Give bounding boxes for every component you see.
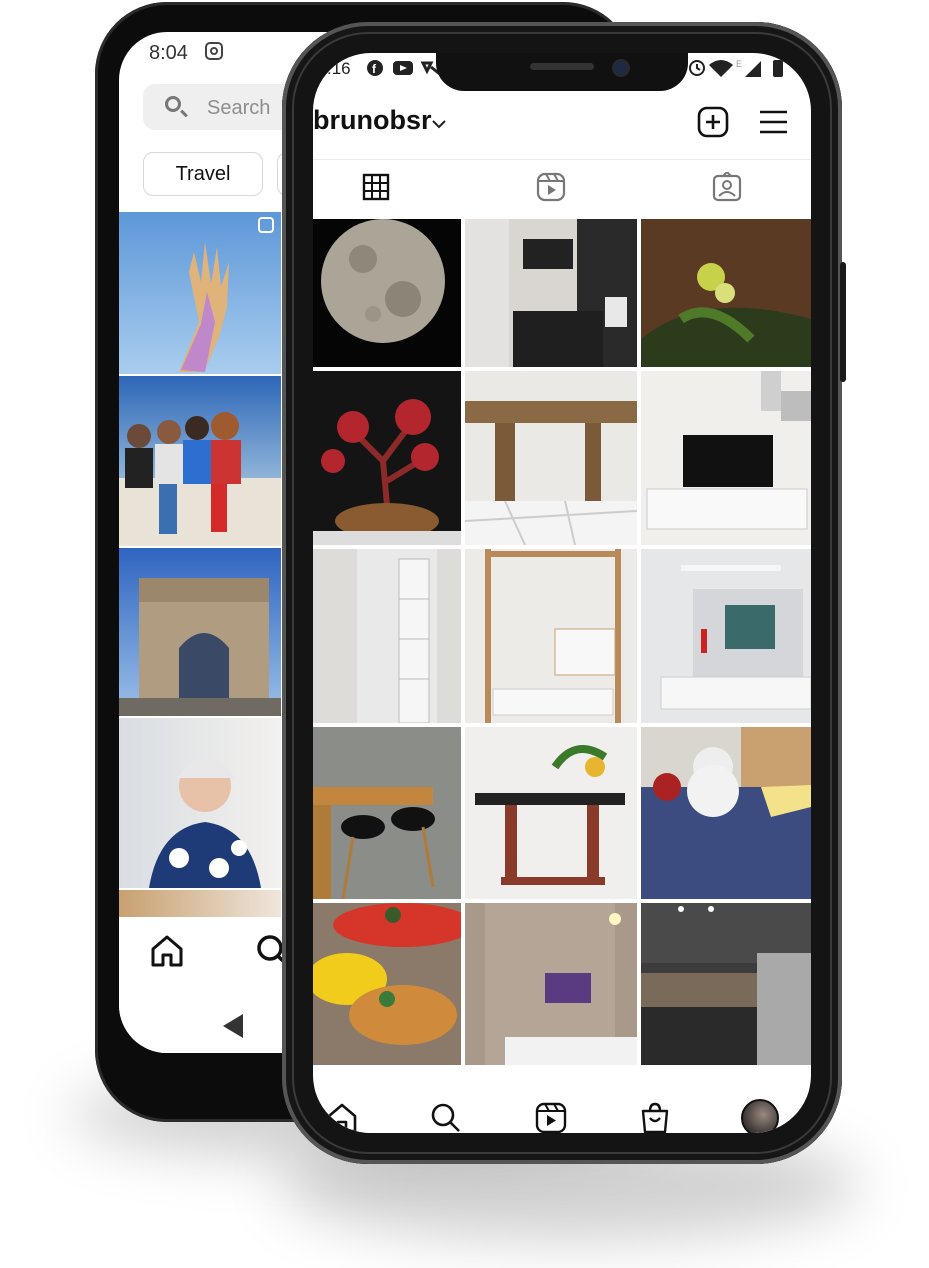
post-grid xyxy=(313,219,811,1087)
profile-avatar[interactable] xyxy=(741,1099,779,1133)
bottom-nav xyxy=(313,1087,811,1133)
home-icon[interactable] xyxy=(325,1101,359,1133)
search-placeholder: Search xyxy=(207,97,271,119)
tagged-icon[interactable] xyxy=(712,172,742,202)
front-phone-screen: :16 f E brunobsr xyxy=(313,53,811,1133)
wifi-icon xyxy=(709,60,733,77)
post-tv-panel[interactable] xyxy=(641,549,811,723)
speaker xyxy=(530,63,594,70)
explore-tile[interactable] xyxy=(119,212,281,374)
friends-on-wall-image xyxy=(125,412,241,534)
profile-username[interactable]: brunobsr xyxy=(313,105,432,136)
carousel-icon xyxy=(258,217,274,233)
post-tv-wood-panel[interactable] xyxy=(465,903,637,1065)
grid-icon[interactable] xyxy=(361,172,391,202)
post-wood-desk[interactable] xyxy=(465,371,637,545)
menu-icon[interactable] xyxy=(757,105,791,139)
status-system-icons: E xyxy=(689,59,783,77)
post-torii-shelf[interactable] xyxy=(465,727,637,899)
search-icon[interactable] xyxy=(429,1101,463,1133)
post-bed-teddy[interactable] xyxy=(641,727,811,899)
status-time: 8:04 xyxy=(149,42,188,64)
post-wood-table-chairs[interactable] xyxy=(313,727,461,899)
svg-text:E: E xyxy=(736,59,742,69)
post-wood-frame-shelf[interactable] xyxy=(465,549,637,723)
post-colored-side-tables[interactable] xyxy=(313,903,461,1065)
profile-tabs xyxy=(313,159,811,212)
alarm-icon xyxy=(696,64,701,71)
explore-tile[interactable] xyxy=(119,718,281,888)
front-camera xyxy=(612,59,630,77)
power-button xyxy=(840,262,846,382)
explore-tile[interactable] xyxy=(119,376,281,546)
reels-icon[interactable] xyxy=(536,172,566,202)
woman-makeup-image xyxy=(149,758,261,888)
explore-tile[interactable] xyxy=(119,890,281,920)
notch xyxy=(436,53,688,91)
status-time: :16 xyxy=(327,59,351,78)
search-icon xyxy=(165,96,181,112)
android-back-icon[interactable] xyxy=(223,1014,243,1038)
reels-icon[interactable] xyxy=(534,1101,568,1133)
triumphal-arch-image xyxy=(119,578,281,716)
chip-travel[interactable]: Travel xyxy=(143,152,263,196)
post-bonsai[interactable] xyxy=(313,371,461,545)
post-moon[interactable] xyxy=(313,219,461,367)
new-post-icon[interactable] xyxy=(696,105,730,139)
home-icon[interactable] xyxy=(147,931,187,971)
post-closet-shelves[interactable] xyxy=(313,549,461,723)
battery-icon xyxy=(773,60,783,77)
shop-icon[interactable] xyxy=(638,1101,672,1133)
hand-rainbow-image xyxy=(179,217,274,372)
post-kitchen-dark[interactable] xyxy=(641,903,811,1065)
post-orchid[interactable] xyxy=(641,219,811,367)
instagram-notification-icon xyxy=(205,42,223,60)
post-kitchen-microwave[interactable] xyxy=(465,219,637,367)
signal-icon xyxy=(745,61,761,77)
explore-tile[interactable] xyxy=(119,548,281,716)
chevron-down-icon[interactable] xyxy=(430,115,448,133)
post-tv-rack[interactable] xyxy=(641,371,811,545)
front-phone: :16 f E brunobsr xyxy=(282,22,846,1164)
